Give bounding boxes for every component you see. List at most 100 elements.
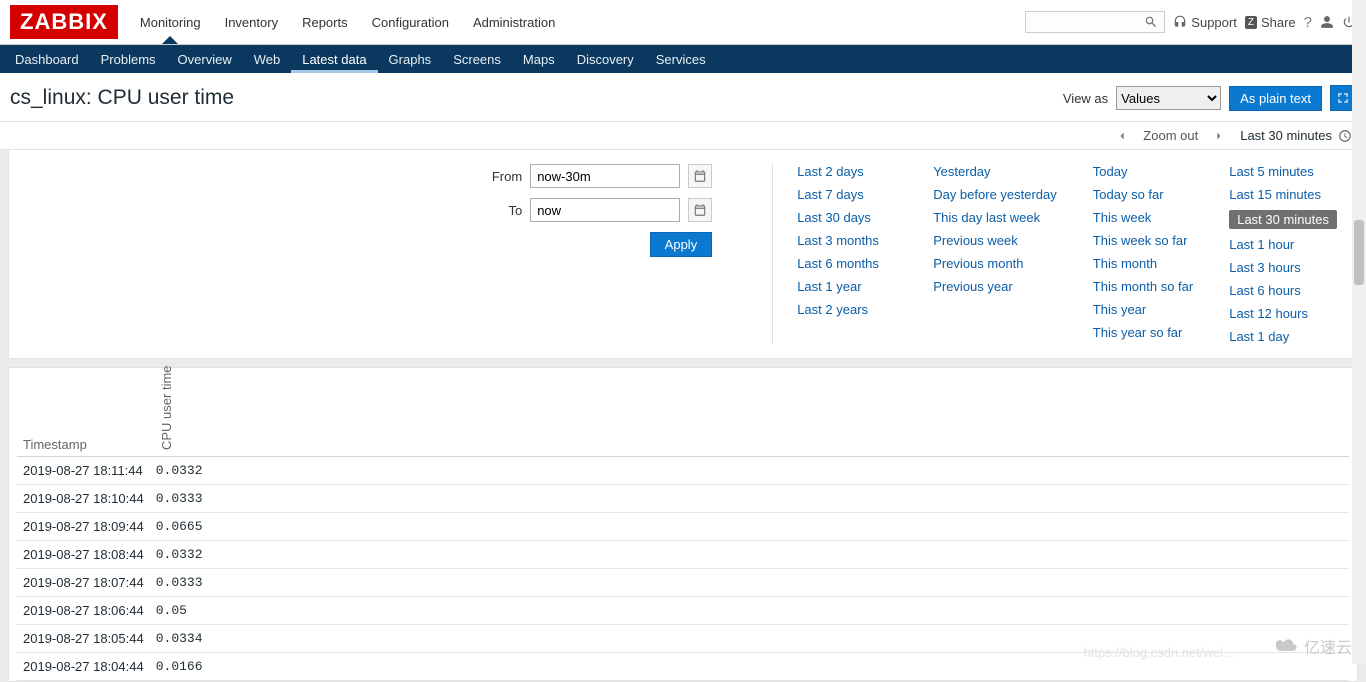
preset-yesterday[interactable]: Yesterday [933, 164, 1057, 179]
main-nav: MonitoringInventoryReportsConfigurationA… [128, 0, 1025, 44]
preset-last-6-months[interactable]: Last 6 months [797, 256, 897, 271]
cell-timestamp: 2019-08-27 18:05:44 [17, 624, 150, 652]
search-input[interactable] [1025, 11, 1165, 33]
cell-timestamp: 2019-08-27 18:09:44 [17, 512, 150, 540]
preset-last-3-months[interactable]: Last 3 months [797, 233, 897, 248]
sub-nav: DashboardProblemsOverviewWebLatest dataG… [0, 45, 1366, 73]
time-next-button[interactable] [1212, 129, 1226, 143]
preset-last-3-hours[interactable]: Last 3 hours [1229, 260, 1337, 275]
sub-tab-problems[interactable]: Problems [90, 45, 167, 73]
sub-tab-services[interactable]: Services [645, 45, 717, 73]
time-presets: Last 2 days Last 7 days Last 30 days Last 3… [772, 164, 1337, 344]
page-title: cs_linux: CPU user time [10, 86, 234, 110]
view-as-label: View as [1063, 91, 1108, 106]
preset-today[interactable]: Today [1093, 164, 1193, 179]
preset-this-week[interactable]: This week [1093, 210, 1193, 225]
cell-timestamp: 2019-08-27 18:10:44 [17, 484, 150, 512]
share-link[interactable]: Z Share [1245, 15, 1296, 30]
main-tab-reports[interactable]: Reports [290, 0, 360, 44]
as-plain-text-button[interactable]: As plain text [1229, 86, 1322, 111]
table-row: 2019-08-27 18:10:440.0333 [17, 484, 1349, 512]
main-tab-monitoring[interactable]: Monitoring [128, 0, 213, 44]
cell-value: 0.0333 [150, 568, 1349, 596]
calendar-icon [693, 203, 707, 217]
title-controls: View as Values As plain text [1063, 85, 1356, 111]
sub-tab-maps[interactable]: Maps [512, 45, 566, 73]
main-tab-configuration[interactable]: Configuration [360, 0, 461, 44]
sub-tab-dashboard[interactable]: Dashboard [4, 45, 90, 73]
table-row: 2019-08-27 18:06:440.05 [17, 596, 1349, 624]
preset-last-12-hours[interactable]: Last 12 hours [1229, 306, 1337, 321]
top-header: ZABBIX MonitoringInventoryReportsConfigu… [0, 0, 1366, 45]
time-nav-bar: Zoom out Last 30 minutes [0, 122, 1366, 150]
preset-last-1-day[interactable]: Last 1 day [1229, 329, 1337, 344]
main-tab-inventory[interactable]: Inventory [213, 0, 290, 44]
preset-day-before-yesterday[interactable]: Day before yesterday [933, 187, 1057, 202]
preset-last-30-days[interactable]: Last 30 days [797, 210, 897, 225]
preset-last-2-years[interactable]: Last 2 years [797, 302, 897, 317]
scrollbar-thumb[interactable] [1354, 220, 1364, 285]
preset-previous-month[interactable]: Previous month [933, 256, 1057, 271]
headset-icon [1173, 15, 1187, 29]
apply-button[interactable]: Apply [650, 232, 713, 257]
preset-last-1-year[interactable]: Last 1 year [797, 279, 897, 294]
preset-this-year-so-far[interactable]: This year so far [1093, 325, 1193, 340]
header-tools: Support Z Share ? [1025, 11, 1356, 33]
preset-last-6-hours[interactable]: Last 6 hours [1229, 283, 1337, 298]
time-range-toggle[interactable]: Last 30 minutes [1240, 128, 1352, 143]
help-link[interactable]: ? [1304, 14, 1312, 31]
preset-this-day-last-week[interactable]: This day last week [933, 210, 1057, 225]
cell-value: 0.0333 [150, 484, 1349, 512]
table-row: 2019-08-27 18:09:440.0665 [17, 512, 1349, 540]
from-calendar-button[interactable] [688, 164, 712, 188]
cell-timestamp: 2019-08-27 18:11:44 [17, 456, 150, 484]
sub-tab-web[interactable]: Web [243, 45, 292, 73]
preset-last-2-days[interactable]: Last 2 days [797, 164, 897, 179]
main-tab-administration[interactable]: Administration [461, 0, 567, 44]
preset-this-week-so-far[interactable]: This week so far [1093, 233, 1193, 248]
cell-value: 0.0332 [150, 456, 1349, 484]
from-input[interactable] [530, 164, 680, 188]
cell-timestamp: 2019-08-27 18:04:44 [17, 652, 150, 680]
preset-last-15-minutes[interactable]: Last 15 minutes [1229, 187, 1337, 202]
sub-tab-graphs[interactable]: Graphs [378, 45, 443, 73]
preset-this-month[interactable]: This month [1093, 256, 1193, 271]
clock-icon [1338, 129, 1352, 143]
col-header-timestamp[interactable]: Timestamp [17, 376, 150, 456]
sub-tab-latest-data[interactable]: Latest data [291, 45, 377, 73]
support-text: Support [1191, 15, 1237, 30]
preset-today-so-far[interactable]: Today so far [1093, 187, 1193, 202]
col-header-value[interactable]: CPU user time [150, 376, 1349, 456]
preset-last-5-minutes[interactable]: Last 5 minutes [1229, 164, 1337, 179]
search-icon [1144, 15, 1158, 29]
view-as-select[interactable]: Values [1116, 86, 1221, 110]
time-prev-button[interactable] [1115, 129, 1129, 143]
sub-tab-discovery[interactable]: Discovery [566, 45, 645, 73]
preset-this-year[interactable]: This year [1093, 302, 1193, 317]
preset-last-7-days[interactable]: Last 7 days [797, 187, 897, 202]
preset-column: Last 2 days Last 7 days Last 30 days Last 3… [797, 164, 897, 344]
z-badge-icon: Z [1245, 16, 1257, 29]
to-calendar-button[interactable] [688, 198, 712, 222]
cell-value: 0.0332 [150, 540, 1349, 568]
preset-previous-year[interactable]: Previous year [933, 279, 1057, 294]
title-bar: cs_linux: CPU user time View as Values A… [0, 73, 1366, 122]
brand-logo[interactable]: ZABBIX [10, 5, 118, 39]
window-scrollbar[interactable] [1352, 0, 1366, 664]
table-row: 2019-08-27 18:05:440.0334 [17, 624, 1349, 652]
user-menu[interactable] [1320, 15, 1334, 29]
zoom-out-link[interactable]: Zoom out [1143, 128, 1198, 143]
calendar-icon [693, 169, 707, 183]
sub-tab-screens[interactable]: Screens [442, 45, 512, 73]
to-input[interactable] [530, 198, 680, 222]
preset-last-1-hour[interactable]: Last 1 hour [1229, 237, 1337, 252]
preset-last-30-minutes[interactable]: Last 30 minutes [1229, 210, 1337, 229]
table-row: 2019-08-27 18:07:440.0333 [17, 568, 1349, 596]
preset-this-month-so-far[interactable]: This month so far [1093, 279, 1193, 294]
time-filter-panel: From To Apply Last 2 daysLast 7 daysLast… [8, 150, 1358, 359]
share-text: Share [1261, 15, 1296, 30]
preset-previous-week[interactable]: Previous week [933, 233, 1057, 248]
sub-tab-overview[interactable]: Overview [167, 45, 243, 73]
support-link[interactable]: Support [1173, 15, 1237, 30]
cell-value: 0.0166 [150, 652, 1349, 680]
